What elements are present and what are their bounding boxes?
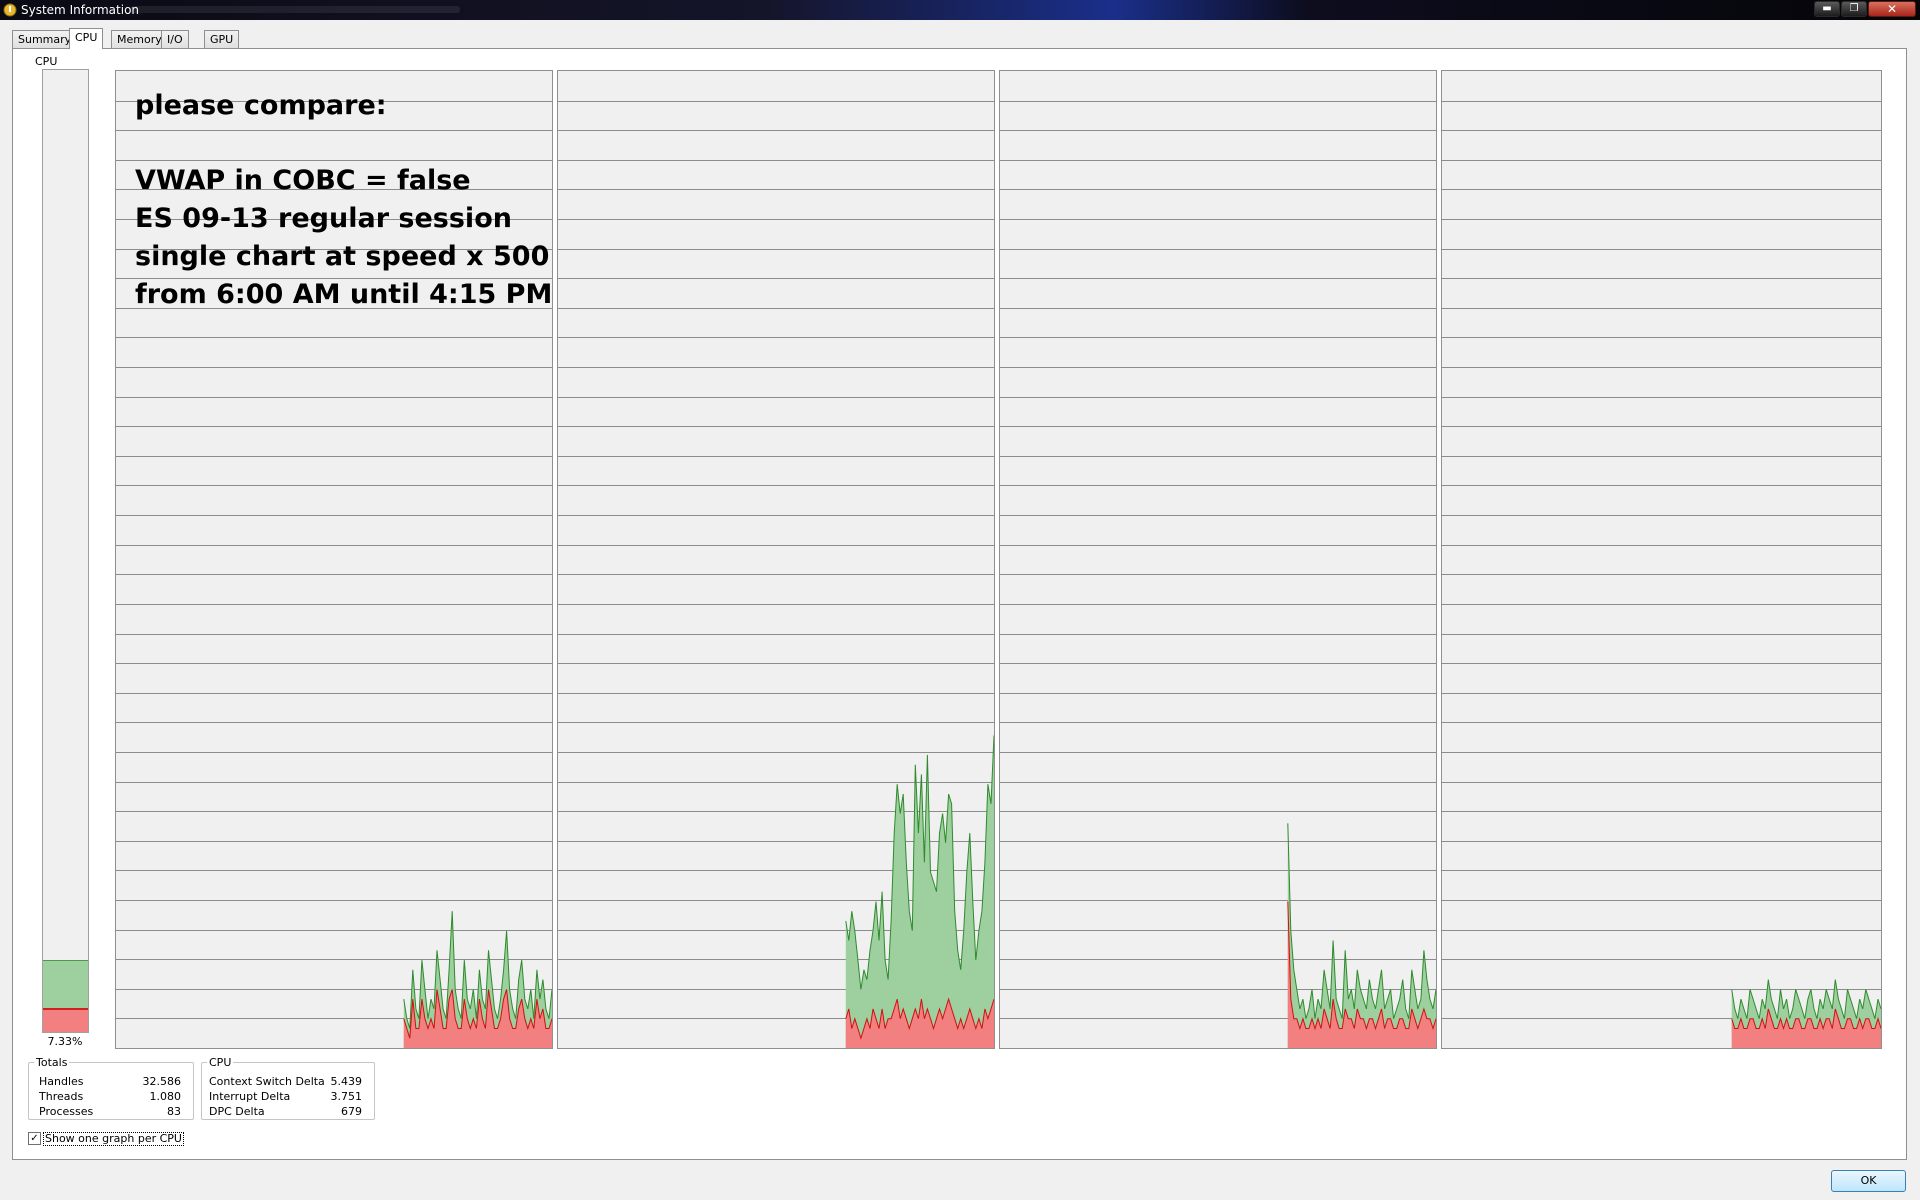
cpu-graph-svg <box>558 101 994 1048</box>
maximize-button[interactable]: ❐ <box>1841 1 1867 17</box>
threads-label: Threads <box>39 1090 84 1103</box>
cpu-stats-group: CPU Context Switch Delta 5.439 Interrupt… <box>201 1056 375 1120</box>
annotation-line-2: VWAP in COBC = false <box>135 165 471 196</box>
cpu-stats-title: CPU <box>207 1056 234 1069</box>
annotation-line-5: from 6:00 AM until 4:15 PM <box>135 279 553 310</box>
tab-cpu[interactable]: CPU <box>69 28 104 49</box>
processes-value: 83 <box>167 1105 181 1118</box>
threads-value: 1.080 <box>149 1090 182 1103</box>
context-switch-label: Context Switch Delta <box>209 1075 325 1088</box>
dpc-label: DPC Delta <box>209 1105 265 1118</box>
title-bar-extra <box>130 6 460 13</box>
annotation-line-4: single chart at speed x 500 <box>135 241 550 272</box>
processes-label: Processes <box>39 1105 94 1118</box>
window-title: System Information <box>21 3 140 17</box>
context-switch-value: 5.439 <box>330 1075 363 1088</box>
interrupt-label: Interrupt Delta <box>209 1090 291 1103</box>
tab-summary[interactable]: Summary <box>12 30 78 48</box>
tab-memory[interactable]: Memory <box>111 30 168 48</box>
handles-label: Handles <box>39 1075 84 1088</box>
annotation-line-1: please compare: <box>135 90 387 121</box>
interrupt-value: 3.751 <box>330 1090 363 1103</box>
totals-group: Totals Handles 32.586 Threads 1.080 Proc… <box>28 1056 194 1120</box>
tab-gpu[interactable]: GPU <box>204 30 240 48</box>
cpu-percent: 7.33% <box>47 1035 83 1048</box>
handles-value: 32.586 <box>142 1075 182 1088</box>
cpu-graph-3 <box>999 70 1437 1049</box>
cpu-graph-2 <box>557 70 995 1049</box>
cpu-bar-label: CPU <box>35 55 58 68</box>
cpu-kernel-fill <box>43 1007 88 1032</box>
show-one-graph-label[interactable]: Show one graph per CPU <box>43 1132 184 1146</box>
ok-button[interactable]: OK <box>1831 1170 1906 1192</box>
cpu-graph-svg <box>1442 101 1881 1048</box>
cpu-graph-4 <box>1441 70 1882 1049</box>
minimize-button[interactable]: ▬ <box>1814 1 1840 17</box>
annotation-line-3: ES 09-13 regular session <box>135 203 512 234</box>
close-button[interactable]: ✕ <box>1868 1 1916 17</box>
cpu-usage-bar <box>42 69 89 1033</box>
show-one-graph-checkbox[interactable]: ✓ <box>28 1132 41 1145</box>
tab-io[interactable]: I/O <box>161 30 189 48</box>
totals-title: Totals <box>34 1056 70 1069</box>
title-bar[interactable]: System Information ▬ ❐ ✕ <box>0 0 1920 20</box>
cpu-graph-svg <box>1000 101 1436 1048</box>
system-info-icon <box>3 3 17 17</box>
dpc-value: 679 <box>341 1105 362 1118</box>
